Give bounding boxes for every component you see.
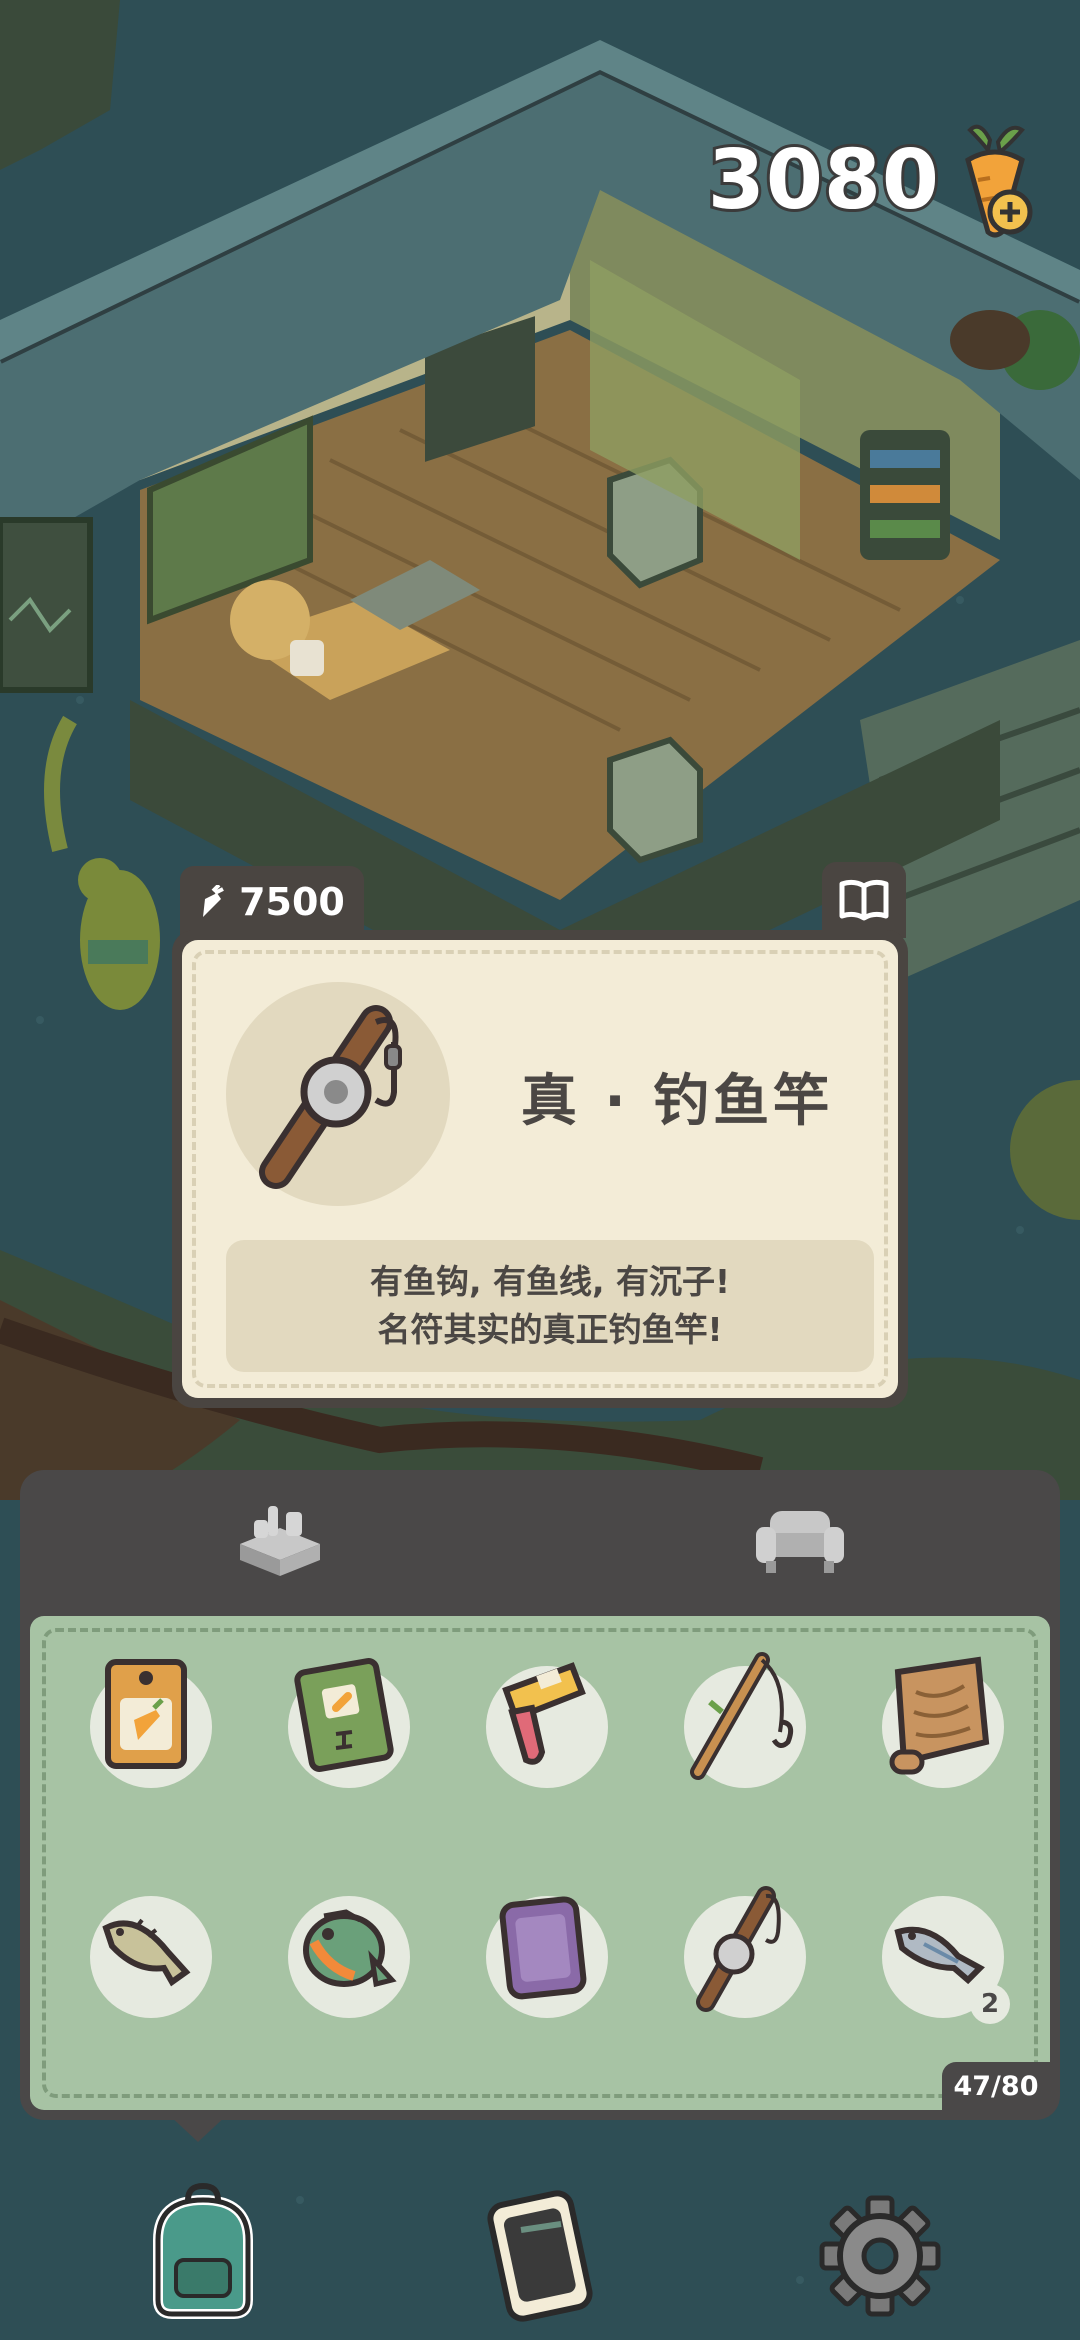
item-name: 真 · 钓鱼竿	[520, 1069, 834, 1134]
inventory-grid: 2 47/80	[30, 1616, 1050, 2110]
wood-scroll-icon	[889, 1656, 990, 1775]
carrot-book-icon	[294, 1658, 394, 1772]
inventory-slot-7[interactable]	[288, 1896, 410, 2018]
inventory-slot-1[interactable]	[90, 1659, 212, 1788]
item-preview	[226, 982, 450, 1206]
book-icon	[839, 879, 889, 921]
tab-furniture[interactable]	[540, 1470, 1060, 1610]
fishing-rod-icon	[259, 1005, 402, 1189]
inventory-slot-10[interactable]: 2	[882, 1896, 1010, 2024]
item-count-badge: 2	[970, 1984, 1010, 2024]
description-line-2: 名符其实的真正钓鱼竿!	[377, 1310, 723, 1349]
inventory-slot-9[interactable]	[684, 1886, 806, 2018]
gear-icon	[819, 2195, 941, 2317]
inventory-panel: 2 47/80	[20, 1470, 1060, 2120]
description-line-1: 有鱼钩, 有鱼线, 有沉子!	[369, 1262, 731, 1301]
sofa-icon	[756, 1511, 844, 1573]
phone-icon	[487, 2190, 593, 2322]
item-description: 有鱼钩, 有鱼线, 有沉子! 名符其实的真正钓鱼竿!	[226, 1240, 874, 1372]
purple-tile-icon	[499, 1896, 587, 2000]
inventory-slot-8[interactable]	[486, 1896, 608, 2018]
carrot-icon	[203, 885, 225, 917]
inventory-slot-3[interactable]	[486, 1662, 608, 1788]
guide-button[interactable]	[822, 862, 906, 938]
price-value: 7500	[239, 880, 345, 924]
tab-build[interactable]	[20, 1470, 540, 1610]
item-detail-card: 真 · 钓鱼竿 有鱼钩, 有鱼线, 有沉子! 名符其实的真正钓鱼竿!	[172, 930, 908, 1408]
backpack-icon	[153, 2182, 253, 2319]
inventory-slot-2[interactable]	[288, 1658, 410, 1788]
inventory-capacity: 47/80	[942, 2062, 1050, 2110]
workbench-icon	[240, 1506, 320, 1576]
backpack-button[interactable]	[128, 2180, 278, 2330]
carrot-count: 3080	[705, 130, 942, 231]
panel-pointer	[168, 2114, 228, 2142]
bait-pouch-icon	[502, 1662, 586, 1765]
inventory-slot-5[interactable]	[882, 1656, 1004, 1788]
price-tag: 7500	[180, 866, 364, 938]
settings-button[interactable]	[805, 2180, 955, 2330]
small-fish-icon	[102, 1918, 191, 1987]
inventory-slot-4[interactable]	[684, 1652, 806, 1788]
phone-button[interactable]	[465, 2180, 615, 2330]
carrot-seed-packet-icon	[105, 1659, 187, 1769]
inventory-slot-6[interactable]	[90, 1896, 212, 2018]
fishing-rod-icon	[696, 1886, 781, 2012]
sunfish-icon	[303, 1909, 397, 1988]
simple-fishing-rod-icon	[690, 1652, 794, 1780]
carrot-plus-icon[interactable]	[950, 120, 1040, 240]
currency-display: 3080	[705, 120, 1040, 240]
